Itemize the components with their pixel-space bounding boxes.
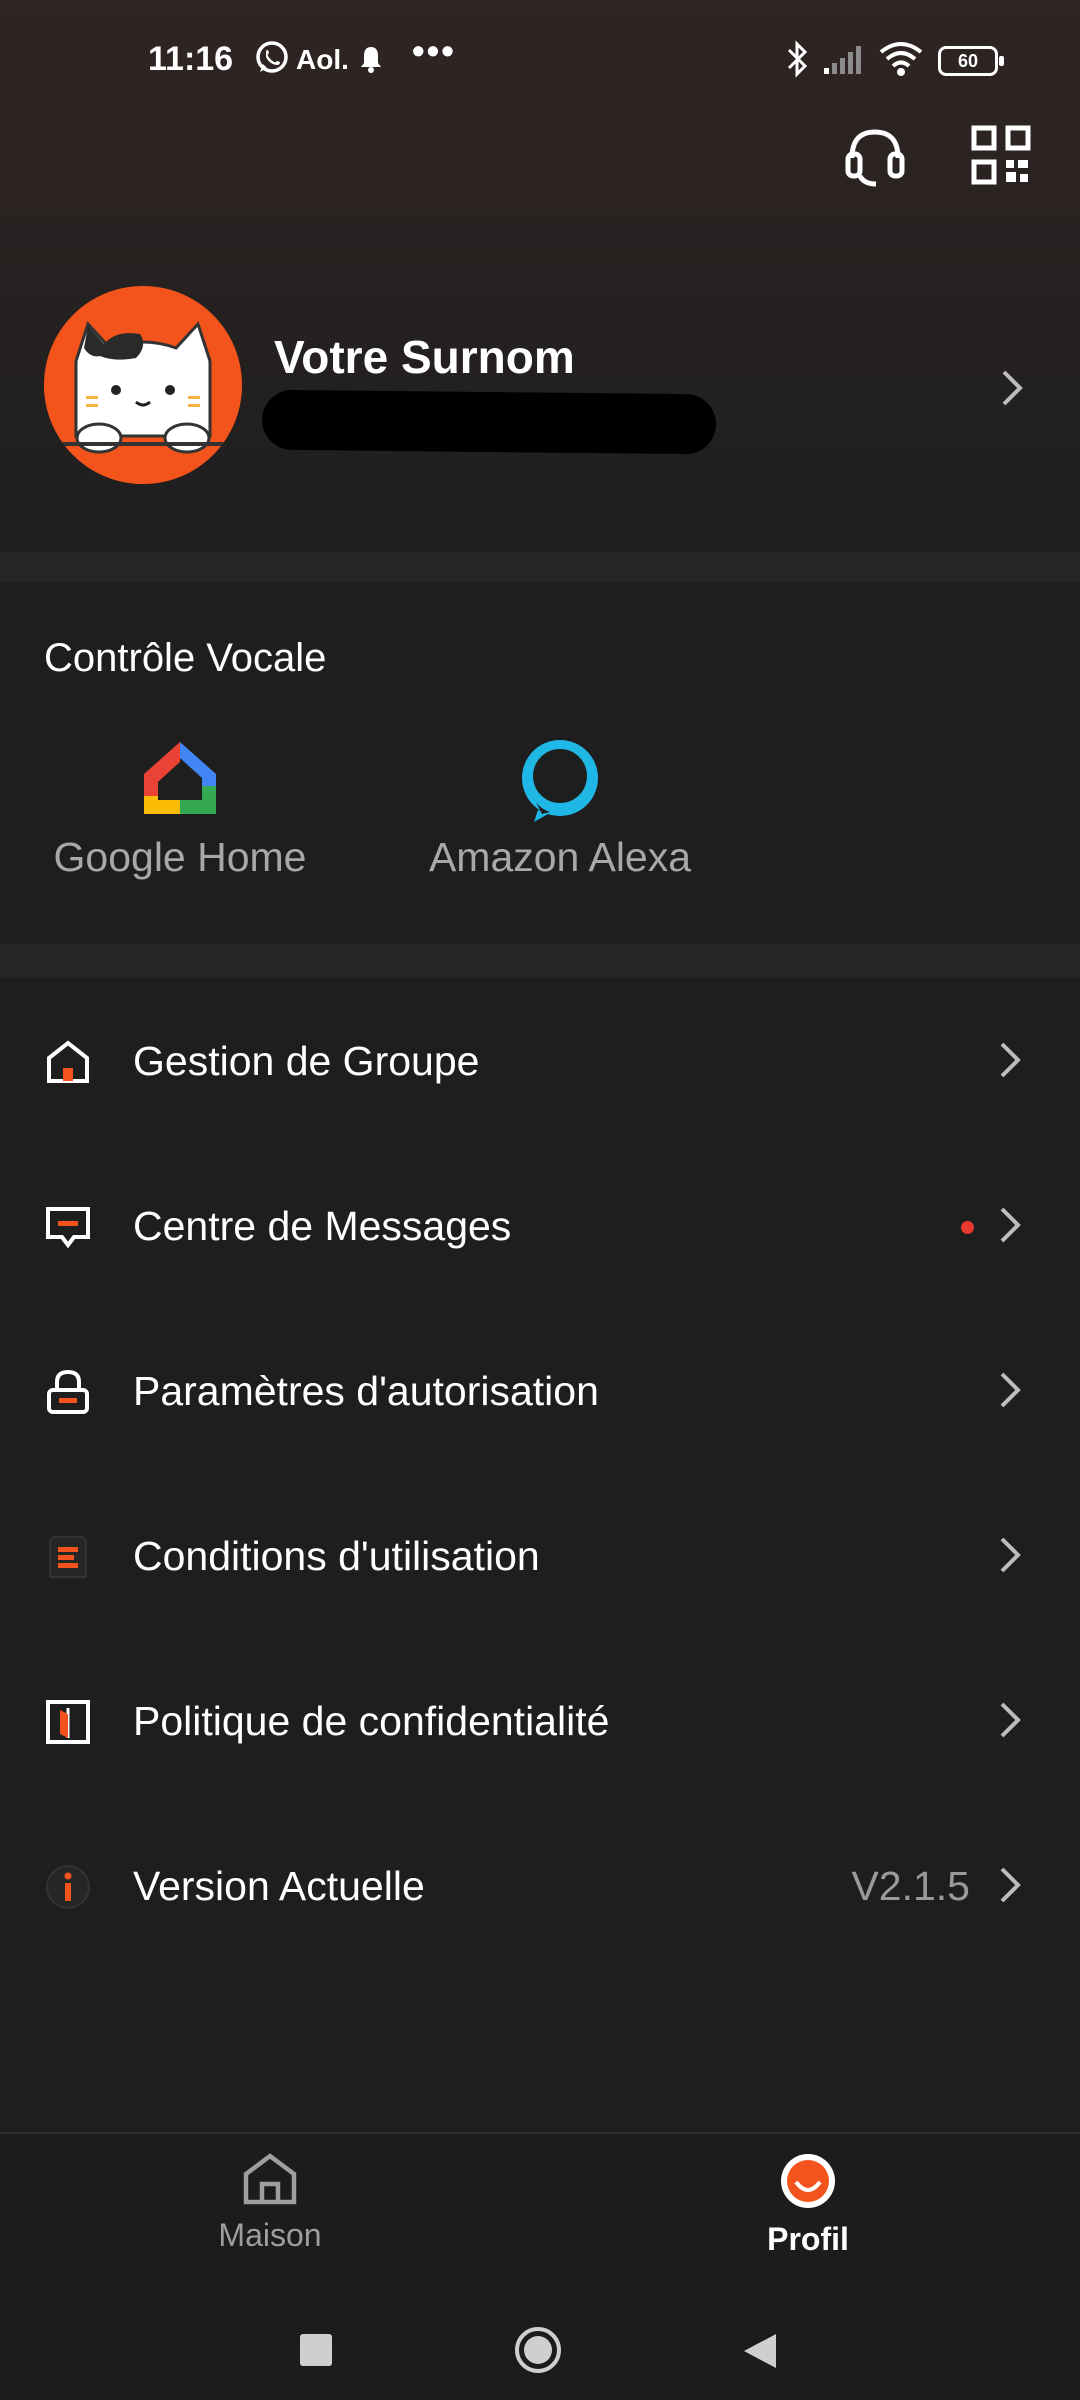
document-icon xyxy=(44,1533,92,1581)
chevron-right-icon xyxy=(998,1700,1022,1740)
battery-indicator: 60 xyxy=(938,46,1004,76)
menu-item-current-version[interactable]: Version Actuelle V2.1.5 xyxy=(0,1803,1080,1968)
nav-tab-maison[interactable]: Maison xyxy=(170,2152,370,2254)
headset-icon[interactable] xyxy=(840,122,910,192)
chevron-right-icon xyxy=(998,1535,1022,1575)
nav-tab-profil[interactable]: Profil xyxy=(708,2152,908,2258)
profile-nickname[interactable]: Votre Surnom xyxy=(274,330,575,384)
menu-item-privacy-policy[interactable]: Politique de confidentialité xyxy=(0,1638,1080,1803)
cat-avatar[interactable] xyxy=(44,286,242,484)
chevron-right-icon xyxy=(998,1205,1022,1245)
info-icon xyxy=(44,1863,92,1911)
home-icon xyxy=(170,2152,370,2211)
nav-label-maison: Maison xyxy=(218,2217,322,2253)
menu-item-label: Gestion de Groupe xyxy=(133,1038,480,1084)
menu-item-group-management[interactable]: Gestion de Groupe xyxy=(0,978,1080,1143)
google-home-icon xyxy=(40,736,320,834)
status-bar: 11:16 Aol. ••• 60 xyxy=(0,30,1080,90)
chevron-right-icon xyxy=(998,1040,1022,1080)
menu-item-message-center[interactable]: Centre de Messages xyxy=(0,1143,1080,1308)
book-icon xyxy=(44,1698,92,1746)
menu-item-terms-of-use[interactable]: Conditions d'utilisation xyxy=(0,1473,1080,1638)
section-divider-2 xyxy=(0,944,1080,978)
menu-item-authorization-settings[interactable]: Paramètres d'autorisation xyxy=(0,1308,1080,1473)
voice-control-title: Contrôle Vocale xyxy=(44,636,327,680)
menu-item-label: Version Actuelle xyxy=(133,1863,425,1909)
qr-code-icon[interactable] xyxy=(968,122,1038,192)
chevron-right-icon xyxy=(998,1370,1022,1410)
bluetooth-icon xyxy=(785,40,811,83)
triangle-back-icon[interactable] xyxy=(742,2332,778,2370)
profile-chevron-right-icon[interactable] xyxy=(998,368,1026,408)
circle-icon[interactable] xyxy=(514,2326,562,2374)
status-carrier-text: Aol. xyxy=(296,44,349,75)
bottom-navigation: Maison Profil xyxy=(0,2132,1080,2284)
house-icon xyxy=(44,1038,92,1086)
wifi-icon xyxy=(878,40,924,83)
alexa-icon xyxy=(410,736,710,834)
menu-item-label: Politique de confidentialité xyxy=(133,1698,610,1744)
profile-icon xyxy=(708,2152,908,2215)
amazon-alexa-label: Amazon Alexa xyxy=(428,834,692,880)
menu-item-label: Conditions d'utilisation xyxy=(133,1533,540,1579)
google-home-label: Google Home xyxy=(53,834,307,880)
nav-label-profil: Profil xyxy=(767,2221,849,2257)
amazon-alexa-tile[interactable]: Amazon Alexa xyxy=(410,736,710,881)
version-value: V2.1.5 xyxy=(851,1863,970,1909)
more-notifications-icon: ••• xyxy=(412,30,456,71)
whatsapp-icon xyxy=(254,40,290,81)
system-navigation-bar xyxy=(0,2282,1080,2400)
section-divider xyxy=(0,552,1080,582)
menu-item-label: Paramètres d'autorisation xyxy=(133,1368,599,1414)
message-icon xyxy=(44,1203,92,1251)
bell-icon xyxy=(358,44,384,79)
status-time: 11:16 xyxy=(148,40,234,78)
battery-level: 60 xyxy=(957,51,979,71)
google-home-tile[interactable]: Google Home xyxy=(40,736,320,881)
lock-icon xyxy=(44,1368,92,1416)
signal-icon xyxy=(822,44,866,81)
square-icon[interactable] xyxy=(300,2334,332,2366)
redacted-account-info xyxy=(261,389,717,455)
notification-dot xyxy=(961,1221,974,1234)
menu-item-label: Centre de Messages xyxy=(133,1203,512,1249)
chevron-right-icon xyxy=(998,1865,1022,1905)
